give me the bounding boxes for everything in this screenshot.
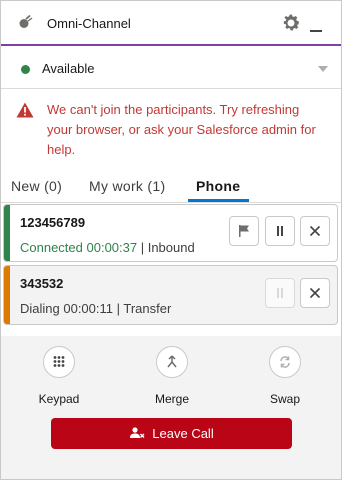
call-details: Connected 00:00:37 | Inbound — [20, 240, 195, 255]
call-status-bar — [4, 205, 10, 261]
end-call-button[interactable] — [300, 216, 330, 246]
call-number: 123456789 — [20, 215, 86, 230]
call-direction: Inbound — [147, 240, 195, 255]
error-message: We can't join the participants. Try refr… — [47, 102, 316, 157]
keypad-label: Keypad — [38, 392, 80, 406]
pause-icon — [277, 288, 283, 298]
tab-new[interactable]: New (0) — [11, 178, 62, 194]
close-icon — [309, 287, 321, 299]
merge-icon — [167, 355, 177, 368]
merge-label: Merge — [154, 392, 189, 406]
swap-button[interactable] — [269, 346, 301, 378]
keypad-button[interactable] — [43, 346, 75, 378]
presence-status-select[interactable]: Available — [1, 46, 341, 89]
chevron-down-icon[interactable] — [318, 66, 328, 72]
omni-channel-panel: Omni-Channel Available We can't join the… — [0, 0, 342, 480]
active-tab-indicator — [188, 199, 249, 202]
utility-header: Omni-Channel — [1, 1, 341, 46]
merge-control[interactable]: Merge — [137, 346, 207, 406]
call-status: Connected 00:00:37 — [20, 240, 138, 255]
call-details: Dialing 00:00:11 | Transfer — [20, 301, 171, 316]
call-card-dialing[interactable]: 343532 Dialing 00:00:11 | Transfer — [3, 265, 338, 325]
swap-label: Swap — [269, 392, 301, 406]
panel-title: Omni-Channel — [47, 16, 131, 31]
call-separator: | — [113, 301, 124, 316]
swap-control[interactable]: Swap — [250, 346, 320, 406]
leave-call-button[interactable]: Leave Call — [51, 418, 292, 449]
flag-button[interactable] — [229, 216, 259, 246]
merge-button[interactable] — [156, 346, 188, 378]
gear-icon[interactable] — [280, 12, 302, 34]
call-status: Dialing 00:00:11 — [20, 301, 113, 316]
call-number: 343532 — [20, 276, 64, 291]
leave-call-label: Leave Call — [152, 426, 214, 441]
keypad-icon — [53, 356, 65, 367]
end-call-button[interactable] — [300, 278, 330, 308]
pause-icon — [277, 226, 283, 236]
tab-bar: New (0) My work (1) Phone — [1, 169, 341, 203]
status-indicator-dot — [21, 65, 30, 74]
call-status-bar — [4, 266, 10, 324]
call-card-connected[interactable]: 123456789 Connected 00:00:37 | Inbound — [3, 204, 338, 262]
hold-button[interactable] — [265, 216, 295, 246]
leave-call-icon — [130, 427, 145, 438]
tab-phone[interactable]: Phone — [196, 178, 240, 194]
swap-icon — [280, 356, 290, 368]
omni-channel-icon — [19, 14, 33, 28]
warning-icon — [16, 102, 34, 118]
close-icon — [309, 225, 321, 237]
hold-button-disabled[interactable] — [265, 278, 295, 308]
keypad-control[interactable]: Keypad — [24, 346, 94, 406]
presence-status-label: Available — [42, 61, 95, 76]
error-alert: We can't join the participants. Try refr… — [1, 89, 341, 169]
call-direction: Transfer — [123, 301, 172, 316]
flag-icon — [239, 225, 249, 237]
call-separator: | — [137, 240, 148, 255]
tab-my-work[interactable]: My work (1) — [89, 178, 165, 194]
minimize-button[interactable] — [310, 30, 322, 32]
call-controls: Keypad Merge Swap Leave Call — [1, 336, 341, 479]
